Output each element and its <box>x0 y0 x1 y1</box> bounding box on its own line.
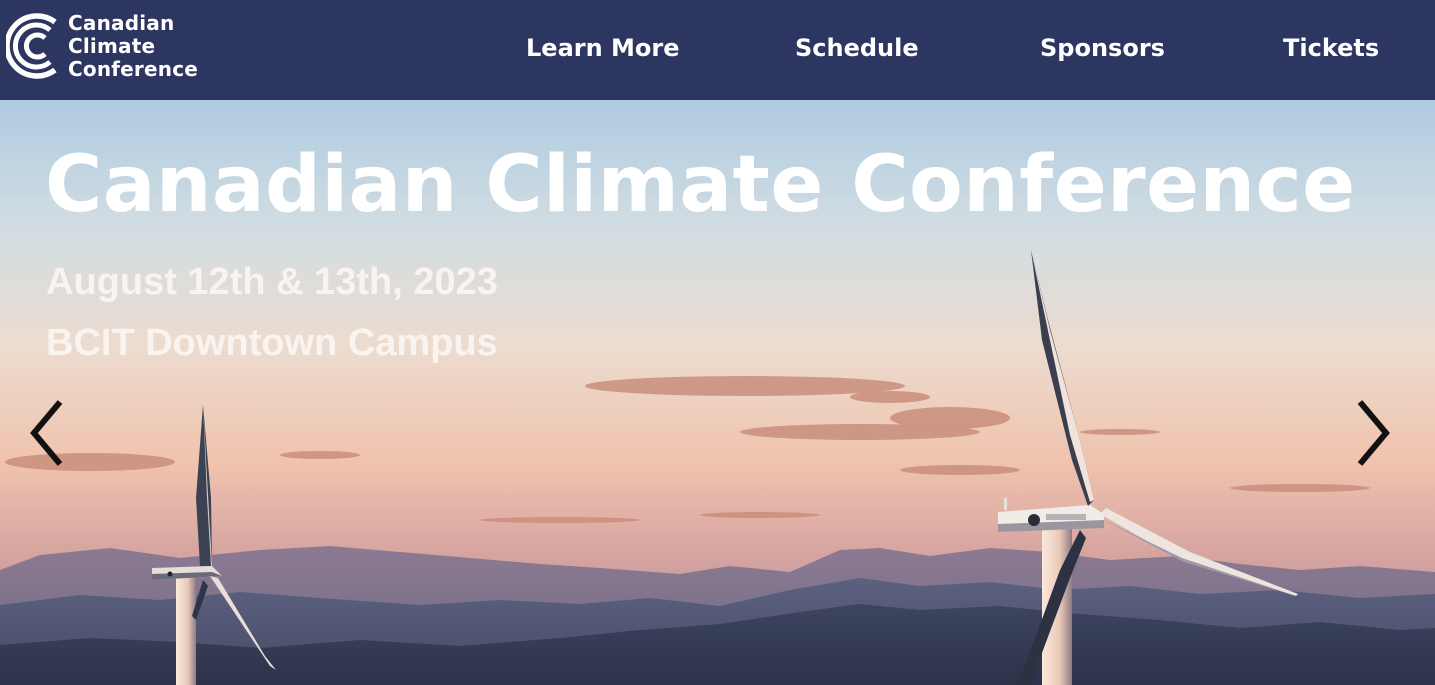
event-date: August 12th & 13th, 2023 <box>46 261 498 303</box>
nav-learn-more[interactable]: Learn More <box>526 34 680 62</box>
event-venue: BCIT Downtown Campus <box>46 322 498 364</box>
chevron-left-icon <box>30 400 63 466</box>
hero-carousel: Canadian Climate Conference August 12th … <box>0 100 1435 685</box>
nav-tickets[interactable]: Tickets <box>1283 34 1379 62</box>
logo-wordmark: Canadian Climate Conference <box>68 12 198 81</box>
carousel-prev-button[interactable] <box>26 398 70 468</box>
logo-line-3: Conference <box>68 57 199 81</box>
site-logo[interactable]: Canadian Climate Conference <box>6 12 198 81</box>
nav-schedule[interactable]: Schedule <box>795 34 919 62</box>
hero-title: Canadian Climate Conference <box>45 140 1356 230</box>
logo-line-2: Climate <box>68 34 156 58</box>
nav-sponsors[interactable]: Sponsors <box>1040 34 1165 62</box>
carousel-next-button[interactable] <box>1352 398 1396 468</box>
logo-line-1: Canadian <box>68 11 175 35</box>
site-header: Canadian Climate Conference Learn More S… <box>0 0 1435 100</box>
concentric-c-logo-icon <box>6 13 57 79</box>
chevron-right-icon <box>1357 400 1390 466</box>
